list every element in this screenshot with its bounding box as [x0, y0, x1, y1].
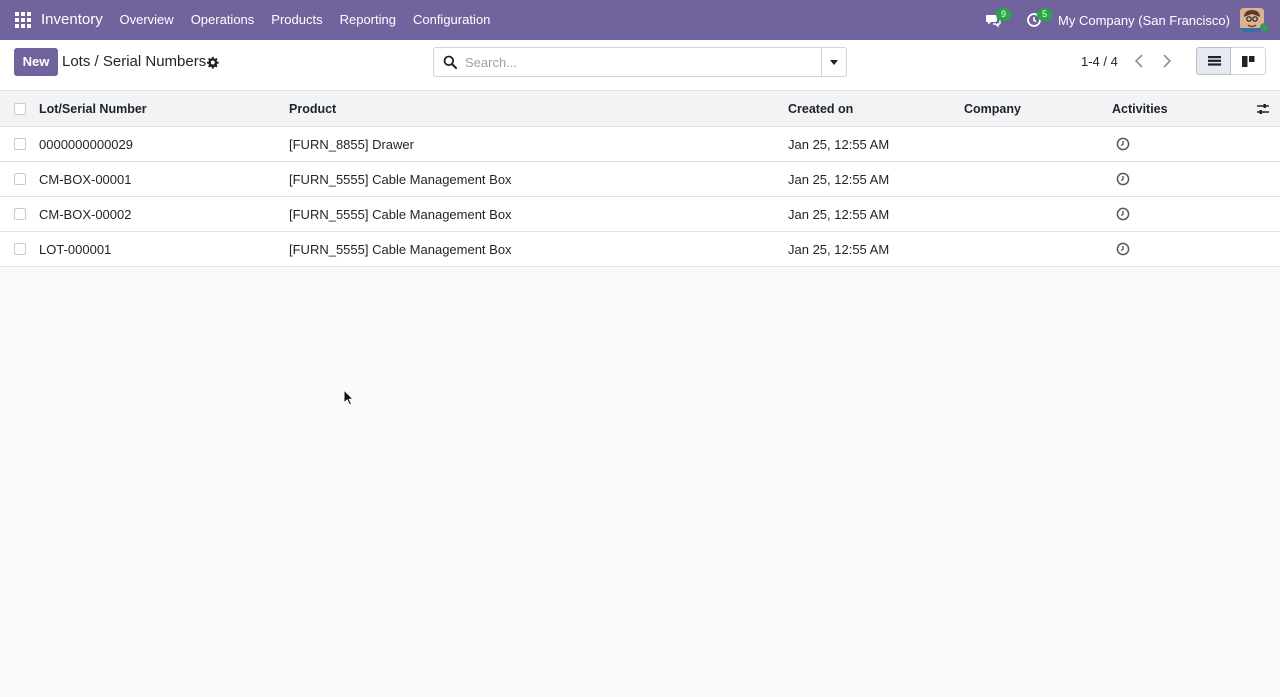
- row-checkbox[interactable]: [14, 173, 26, 185]
- chevron-down-icon: [830, 60, 838, 65]
- table-row[interactable]: LOT-000001 [FURN_5555] Cable Management …: [0, 232, 1280, 267]
- lot-serial-number: CM-BOX-00002: [39, 207, 132, 222]
- product-cell: [FURN_5555] Cable Management Box: [289, 242, 512, 257]
- row-checkbox[interactable]: [14, 243, 26, 255]
- lot-serial-number: LOT-000001: [39, 242, 112, 257]
- lots-table: Lot/Serial Number Product Created on Com…: [0, 91, 1280, 267]
- lot-serial-number: 0000000000029: [39, 137, 133, 152]
- table-row[interactable]: CM-BOX-00001 [FURN_5555] Cable Managemen…: [0, 162, 1280, 197]
- row-checkbox[interactable]: [14, 138, 26, 150]
- clock-icon[interactable]: [1116, 137, 1130, 151]
- product-cell: [FURN_5555] Cable Management Box: [289, 172, 512, 187]
- lot-serial-number: CM-BOX-00001: [39, 172, 132, 187]
- search-icon: [443, 55, 457, 69]
- gear-icon[interactable]: [206, 56, 219, 69]
- column-header-lot[interactable]: Lot/Serial Number: [39, 102, 147, 116]
- column-header-company[interactable]: Company: [964, 102, 1021, 116]
- menu-item-operations[interactable]: Operations: [182, 0, 263, 40]
- table-header: Lot/Serial Number Product Created on Com…: [0, 91, 1280, 127]
- kanban-view-button[interactable]: [1231, 47, 1266, 75]
- sliders-icon[interactable]: [1256, 102, 1270, 116]
- search-options-toggle[interactable]: [821, 48, 846, 76]
- table-row[interactable]: CM-BOX-00002 [FURN_5555] Cable Managemen…: [0, 197, 1280, 232]
- created-on-cell: Jan 25, 12:55 AM: [788, 242, 890, 257]
- chevron-left-icon: [1134, 54, 1143, 68]
- company-switcher[interactable]: My Company (San Francisco): [1058, 13, 1230, 28]
- search-input[interactable]: [465, 48, 821, 76]
- created-on-cell: Jan 25, 12:55 AM: [788, 172, 890, 187]
- control-panel: New Lots / Serial Numbers 1-4 / 4: [0, 40, 1280, 91]
- row-checkbox[interactable]: [14, 208, 26, 220]
- mouse-cursor-icon: [343, 388, 355, 407]
- clock-icon[interactable]: [1116, 242, 1130, 256]
- clock-icon[interactable]: 5: [1026, 8, 1052, 28]
- clock-icon[interactable]: [1116, 207, 1130, 221]
- list-view-icon: [1208, 56, 1221, 66]
- created-on-cell: Jan 25, 12:55 AM: [788, 207, 890, 222]
- page-title: Lots / Serial Numbers: [62, 53, 207, 70]
- list-view-button[interactable]: [1196, 47, 1231, 75]
- column-header-created-on[interactable]: Created on: [788, 102, 853, 116]
- table-row[interactable]: 0000000000029 [FURN_8855] Drawer Jan 25,…: [0, 127, 1280, 162]
- product-cell: [FURN_8855] Drawer: [289, 137, 414, 152]
- activities-badge: 5: [1037, 8, 1052, 21]
- search-bar: [433, 47, 847, 77]
- main-menu: Overview Operations Products Reporting C…: [111, 0, 499, 40]
- column-header-activities[interactable]: Activities: [1112, 102, 1168, 116]
- top-navbar: Inventory Overview Operations Products R…: [0, 0, 1280, 40]
- apps-grid-icon[interactable]: [15, 12, 31, 28]
- menu-item-overview[interactable]: Overview: [111, 0, 182, 40]
- select-all-checkbox[interactable]: [14, 103, 26, 115]
- chat-icon[interactable]: 9: [985, 8, 1011, 28]
- menu-item-configuration[interactable]: Configuration: [404, 0, 498, 40]
- pager-next-button[interactable]: [1153, 47, 1181, 75]
- new-button[interactable]: New: [14, 48, 58, 76]
- chevron-right-icon: [1163, 54, 1172, 68]
- menu-item-products[interactable]: Products: [263, 0, 331, 40]
- menu-item-reporting[interactable]: Reporting: [331, 0, 404, 40]
- column-header-product[interactable]: Product: [289, 102, 336, 116]
- product-cell: [FURN_5555] Cable Management Box: [289, 207, 512, 222]
- messages-badge: 9: [996, 8, 1011, 21]
- kanban-view-icon: [1242, 56, 1255, 67]
- clock-icon[interactable]: [1116, 172, 1130, 186]
- app-name[interactable]: Inventory: [41, 11, 103, 28]
- online-status-dot: [1260, 23, 1269, 32]
- pager-previous-button[interactable]: [1125, 47, 1153, 75]
- pager-value[interactable]: 1-4 / 4: [1081, 54, 1118, 69]
- created-on-cell: Jan 25, 12:55 AM: [788, 137, 890, 152]
